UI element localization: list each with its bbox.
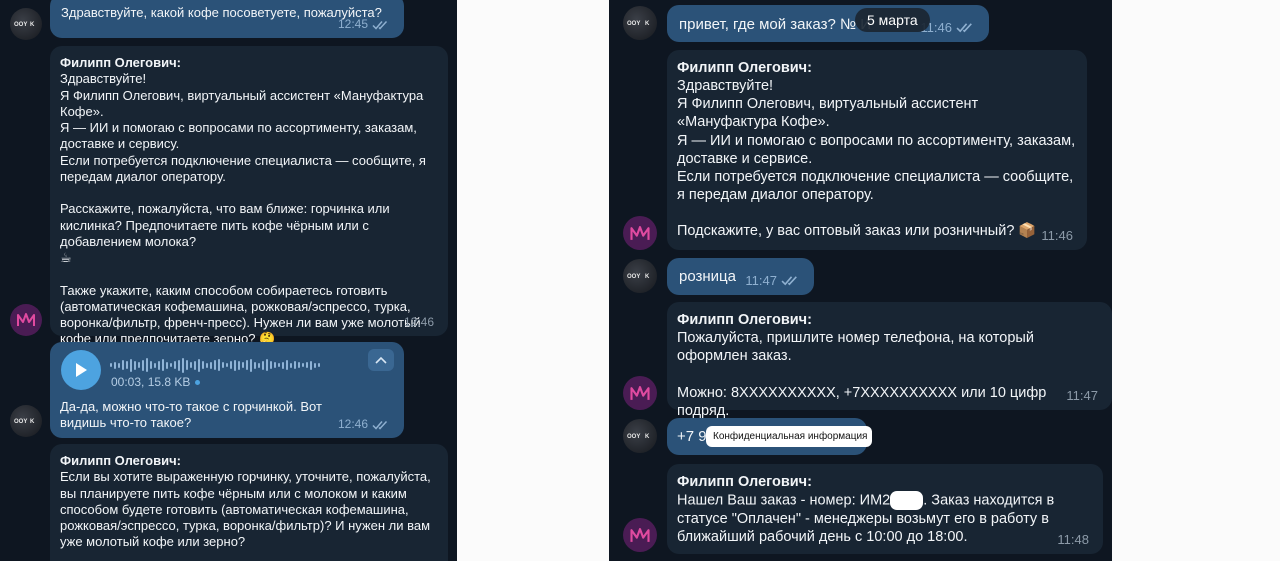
- message-outgoing-voice[interactable]: 00:03, 15.8 KB Да-да, можно что-то такое…: [50, 342, 404, 438]
- message-incoming[interactable]: Филипп Олегович: Здравствуйте! Я Филипп …: [50, 46, 448, 346]
- message-text: Пожалуйста, пришлите номер телефона, на …: [677, 330, 1047, 419]
- message-meta: 12:46: [404, 315, 434, 330]
- message-sender: Филипп Олегович:: [60, 55, 181, 70]
- message-time: 11:47: [745, 272, 777, 288]
- message-text: Здравствуйте, какой кофе посоветуете, по…: [61, 5, 382, 20]
- play-icon: [76, 363, 87, 377]
- message-time: 12:46: [337, 417, 368, 431]
- double-check-icon: [372, 420, 388, 430]
- message-time: 11:48: [1057, 531, 1089, 547]
- message-time: 12:45: [337, 17, 368, 31]
- double-check-icon: [372, 20, 388, 30]
- message-time: 12:46: [403, 315, 434, 329]
- message-meta: 11:48: [1057, 532, 1089, 548]
- message-meta: 12:45: [338, 17, 390, 32]
- voice-meta: 00:03, 15.8 KB: [111, 375, 201, 390]
- message-incoming[interactable]: Филипп Олегович: Если вы хотите выраженн…: [50, 444, 448, 561]
- message-text: розница: [679, 268, 736, 285]
- message-sender: Филипп Олегович:: [60, 453, 181, 468]
- voice-waveform[interactable]: [110, 355, 320, 375]
- bot-avatar[interactable]: [623, 376, 657, 410]
- message-text: привет, где мой заказ? № И: [679, 16, 872, 33]
- crown-logo-icon: [17, 313, 35, 326]
- user-avatar[interactable]: OOY K: [623, 259, 657, 293]
- message-sender: Филипп Олегович:: [677, 474, 812, 490]
- chevron-up-icon: [375, 356, 387, 364]
- double-check-icon: [956, 23, 972, 33]
- crown-logo-icon: [630, 527, 650, 542]
- chat-panel-left[interactable]: OOY K Здравствуйте, какой кофе посоветует…: [0, 0, 457, 561]
- message-incoming[interactable]: Филипп Олегович: Пожалуйста, пришлите но…: [667, 302, 1112, 419]
- message-meta: 11:47: [745, 273, 800, 289]
- message-text: Здравствуйте! Я Филипп Олегович, виртуал…: [677, 78, 1076, 240]
- collapse-transcription-button[interactable]: [368, 349, 394, 371]
- message-time: 11:46: [1041, 227, 1073, 243]
- play-button[interactable]: [61, 350, 101, 390]
- bot-avatar[interactable]: [10, 304, 42, 336]
- bot-avatar[interactable]: [623, 216, 657, 250]
- message-text: +7 9: [677, 428, 707, 445]
- date-badge: 5 марта: [855, 8, 930, 32]
- message-outgoing[interactable]: Здравствуйте, какой кофе посоветуете, по…: [50, 0, 404, 38]
- redaction-label: Конфиденциальная информация: [706, 426, 872, 447]
- unplayed-dot: [195, 380, 201, 385]
- message-time: 11:47: [1066, 387, 1098, 403]
- message-outgoing[interactable]: розница 11:47: [667, 258, 814, 295]
- bot-avatar[interactable]: [623, 518, 657, 552]
- chat-panel-right[interactable]: OOY K привет, где мой заказ? № И 11:46 5 …: [609, 0, 1112, 561]
- message-sender: Филипп Олегович:: [677, 60, 812, 76]
- user-avatar[interactable]: OOY K: [10, 405, 42, 437]
- user-avatar[interactable]: OOY K: [623, 6, 657, 40]
- user-avatar[interactable]: OOY K: [10, 8, 42, 40]
- message-text: Да-да, можно что-то такое с горчинкой. В…: [60, 399, 322, 431]
- message-incoming[interactable]: Филипп Олегович: Здравствуйте! Я Филипп …: [667, 50, 1087, 250]
- crown-logo-icon: [630, 385, 650, 400]
- redaction-block: [890, 491, 924, 511]
- voice-duration-size: 00:03, 15.8 KB: [111, 375, 191, 389]
- message-meta: 12:46: [338, 417, 390, 432]
- message-sender: Филипп Олегович:: [677, 312, 812, 328]
- user-avatar[interactable]: OOY K: [623, 419, 657, 453]
- message-meta: 11:47: [1066, 388, 1098, 404]
- double-check-icon: [781, 276, 797, 286]
- message-text: Здравствуйте! Я Филипп Олегович, виртуал…: [60, 71, 426, 347]
- message-text: Если вы хотите выраженную горчинку, уточ…: [60, 469, 431, 550]
- message-outgoing[interactable]: привет, где мой заказ? № И 11:46: [667, 5, 989, 42]
- crown-logo-icon: [630, 225, 650, 240]
- message-text-before: Нашел Ваш заказ - номер: ИМ2: [677, 492, 891, 509]
- message-meta: 11:46: [1041, 228, 1073, 244]
- message-incoming[interactable]: Филипп Олегович: Нашел Ваш заказ - номер…: [667, 464, 1103, 554]
